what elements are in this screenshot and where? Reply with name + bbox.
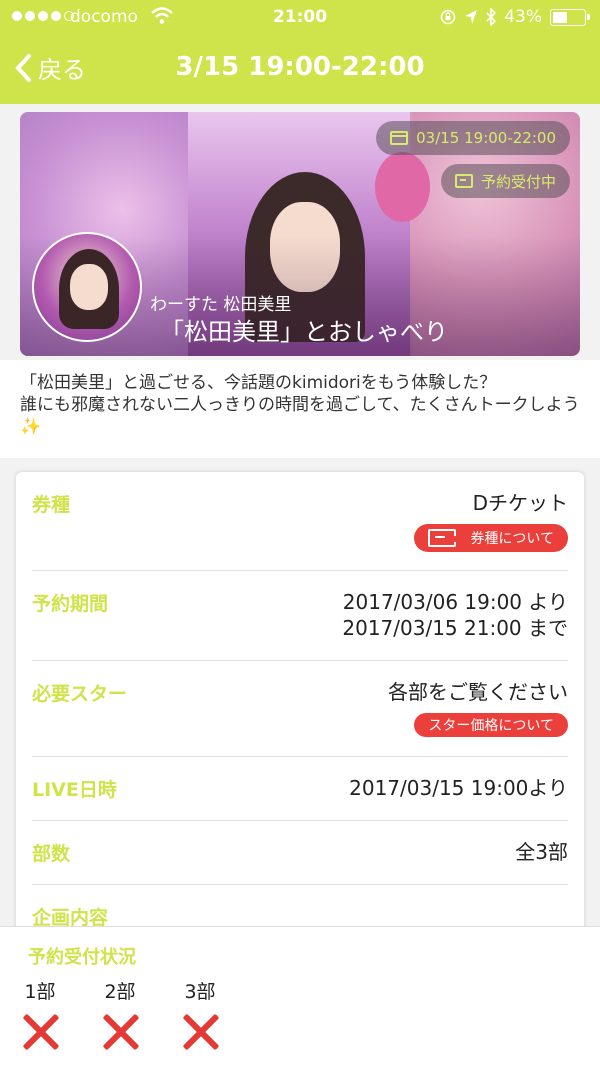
ticket-icon: [454, 174, 473, 188]
battery-percent: 43%: [504, 7, 542, 27]
required-stars-label: 必要スター: [32, 683, 128, 705]
reservation-status-text: 予約受付中: [480, 172, 556, 191]
detail-row-parts: 部数 全3部: [32, 821, 568, 885]
closed-x-icon: [100, 1012, 140, 1052]
location-icon: [465, 10, 478, 24]
part-label: 2部: [104, 981, 136, 1003]
detail-row-required-stars: 必要スター 各部をご覧ください スター価格について: [32, 661, 568, 757]
ticket-info-button[interactable]: 券種について: [414, 524, 568, 552]
required-stars-value: 各部をご覧ください: [388, 680, 568, 704]
reservation-status-title: 予約受付状況: [28, 947, 136, 968]
live-datetime-label: LIVE日時: [32, 779, 117, 801]
reservation-period-start: 2017/03/06 19:00 より: [342, 590, 568, 614]
event-date-pill: 03/15 19:00-22:00: [376, 121, 570, 155]
banner-title: 「松田美里」とおしゃべり: [160, 318, 448, 346]
bluetooth-icon: [486, 8, 497, 26]
reservation-period-value: 2017/03/06 19:00 より 2017/03/15 21:00 まで: [342, 589, 568, 641]
star-price-info-button-label: スター価格について: [428, 718, 554, 734]
ticket-type-label: 券種: [32, 494, 71, 516]
event-banner[interactable]: 03/15 19:00-22:00 予約受付中 わーすた 松田美里 「松田美里」…: [20, 112, 580, 356]
banner-ribbon: [375, 152, 430, 222]
reservation-period-end: 2017/03/15 21:00 まで: [342, 616, 568, 640]
part-status-1[interactable]: 1部: [10, 977, 70, 1052]
status-bar: docomo 21:00 43%: [0, 0, 600, 36]
calendar-icon: [390, 131, 409, 145]
parts-label: 部数: [32, 843, 71, 865]
part-label: 1部: [24, 981, 56, 1003]
ticket-icon: [428, 529, 457, 547]
star-price-info-button[interactable]: スター価格について: [414, 713, 568, 737]
page-title: 3/15 19:00-22:00: [175, 52, 425, 82]
ticket-type-value: Dチケット: [472, 491, 568, 515]
event-details-card: 券種 Dチケット 券種について 予約期間 2017/03/06 19:00 より…: [16, 472, 584, 942]
detail-row-ticket-type: 券種 Dチケット 券種について: [32, 472, 568, 571]
navigation-bar: 戻る 3/15 19:00-22:00: [0, 36, 600, 104]
header: docomo 21:00 43% 戻る 3/15 19:00-22:00: [0, 0, 600, 104]
detail-row-live-datetime: LIVE日時 2017/03/15 19:00より: [32, 757, 568, 821]
reservation-status-panel: 予約受付状況 1部 2部 3部: [0, 926, 600, 1067]
description-line-2: 誰にも邪魔されない二人っきりの時間を過ごして、たくさんトークしよう✨: [20, 394, 580, 438]
ticket-info-button-label: 券種について: [470, 531, 554, 547]
description-line-2-text: 誰にも邪魔されない二人っきりの時間を過ごして、たくさんトークしよう: [20, 395, 580, 415]
battery-icon: [550, 8, 590, 26]
sparkle-icon: ✨: [20, 417, 42, 437]
parts-value: 全3部: [515, 840, 568, 864]
reservation-status-pill: 予約受付中: [440, 164, 570, 198]
closed-x-icon: [180, 1012, 220, 1052]
event-date-text: 03/15 19:00-22:00: [416, 129, 556, 147]
status-right: 43%: [440, 7, 590, 27]
description-line-1: 「松田美里」と過ごせる、今話題のkimidoriをもう体験した？: [20, 373, 497, 393]
reservation-period-label: 予約期間: [32, 593, 109, 615]
live-datetime-value: 2017/03/15 19:00より: [349, 776, 568, 800]
part-status-2[interactable]: 2部: [90, 977, 150, 1052]
part-label: 3部: [184, 981, 216, 1003]
orientation-lock-icon: [440, 9, 456, 25]
event-description: 「松田美里」と過ごせる、今話題のkimidoriをもう体験した？ 誰にも邪魔され…: [20, 372, 580, 438]
closed-x-icon: [20, 1012, 60, 1052]
part-status-3[interactable]: 3部: [170, 977, 230, 1052]
avatar: [32, 232, 142, 342]
detail-row-reservation-period: 予約期間 2017/03/06 19:00 より 2017/03/15 21:0…: [32, 571, 568, 661]
